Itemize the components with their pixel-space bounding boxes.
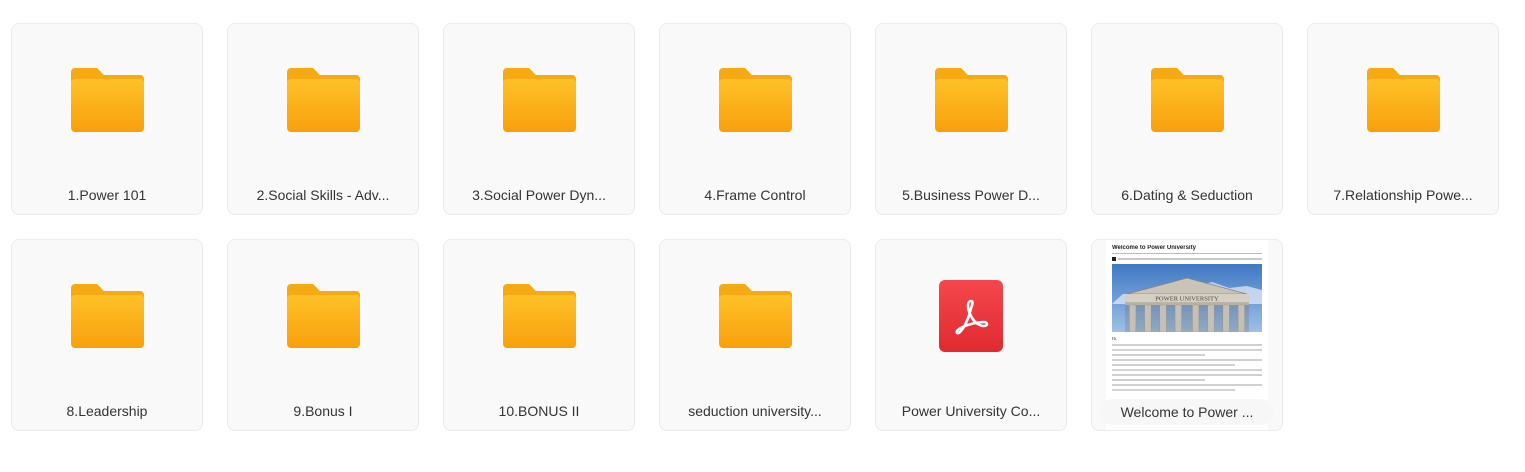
file-name: 6.Dating & Seduction [1121, 187, 1253, 203]
acrobat-logo-icon [955, 299, 989, 335]
file-name: Welcome to Power ... [1100, 399, 1274, 425]
file-name: Power University Co... [901, 403, 1041, 419]
folder-icon [503, 68, 576, 132]
file-name: 5.Business Power D... [902, 187, 1040, 203]
pdf-tile[interactable]: Power University Co... [875, 239, 1067, 431]
file-name: 4.Frame Control [704, 187, 806, 203]
file-name: 10.BONUS II [498, 403, 580, 419]
folder-tile[interactable]: 7.Relationship Powe... [1307, 23, 1499, 215]
folder-icon [719, 284, 792, 348]
file-name: 2.Social Skills - Adv... [256, 187, 390, 203]
file-name: 8.Leadership [66, 403, 148, 419]
folder-icon [503, 284, 576, 348]
folder-tile[interactable]: 3.Social Power Dyn... [443, 23, 635, 215]
document-preview-tile[interactable]: Welcome to Power University POWER UNIVER… [1091, 239, 1283, 431]
folder-icon [719, 68, 792, 132]
folder-tile[interactable]: seduction university... [659, 239, 851, 431]
folder-icon [1151, 68, 1224, 132]
file-grid: 1.Power 101 2.Social Skills - Adv... 3.S… [11, 23, 1499, 431]
pdf-icon [939, 280, 1003, 352]
file-name: seduction university... [688, 403, 822, 419]
preview-meta [1112, 256, 1262, 261]
preview-doc-title: Welcome to Power University [1112, 245, 1262, 254]
folder-tile[interactable]: 6.Dating & Seduction [1091, 23, 1283, 215]
preview-building-photo: POWER UNIVERSITY [1112, 264, 1262, 333]
file-name: 7.Relationship Powe... [1333, 187, 1473, 203]
folder-icon [287, 284, 360, 348]
folder-tile[interactable]: 9.Bonus I [227, 239, 419, 431]
folder-icon [287, 68, 360, 132]
folder-tile[interactable]: 2.Social Skills - Adv... [227, 23, 419, 215]
building-icon: POWER UNIVERSITY [1112, 264, 1262, 333]
preview-greeting: Hi, [1112, 336, 1117, 341]
building-sign: POWER UNIVERSITY [1155, 296, 1219, 303]
folder-tile[interactable]: 4.Frame Control [659, 23, 851, 215]
folder-icon [71, 68, 144, 132]
folder-tile[interactable]: 5.Business Power D... [875, 23, 1067, 215]
file-name: 1.Power 101 [67, 187, 147, 203]
folder-tile[interactable]: 8.Leadership [11, 239, 203, 431]
folder-icon [1367, 68, 1440, 132]
file-name: 3.Social Power Dyn... [472, 187, 606, 203]
preview-logo-icon [1112, 256, 1116, 261]
file-name: 9.Bonus I [293, 403, 353, 419]
folder-icon [935, 68, 1008, 132]
folder-tile[interactable]: 10.BONUS II [443, 239, 635, 431]
folder-icon [71, 284, 144, 348]
folder-tile[interactable]: 1.Power 101 [11, 23, 203, 215]
